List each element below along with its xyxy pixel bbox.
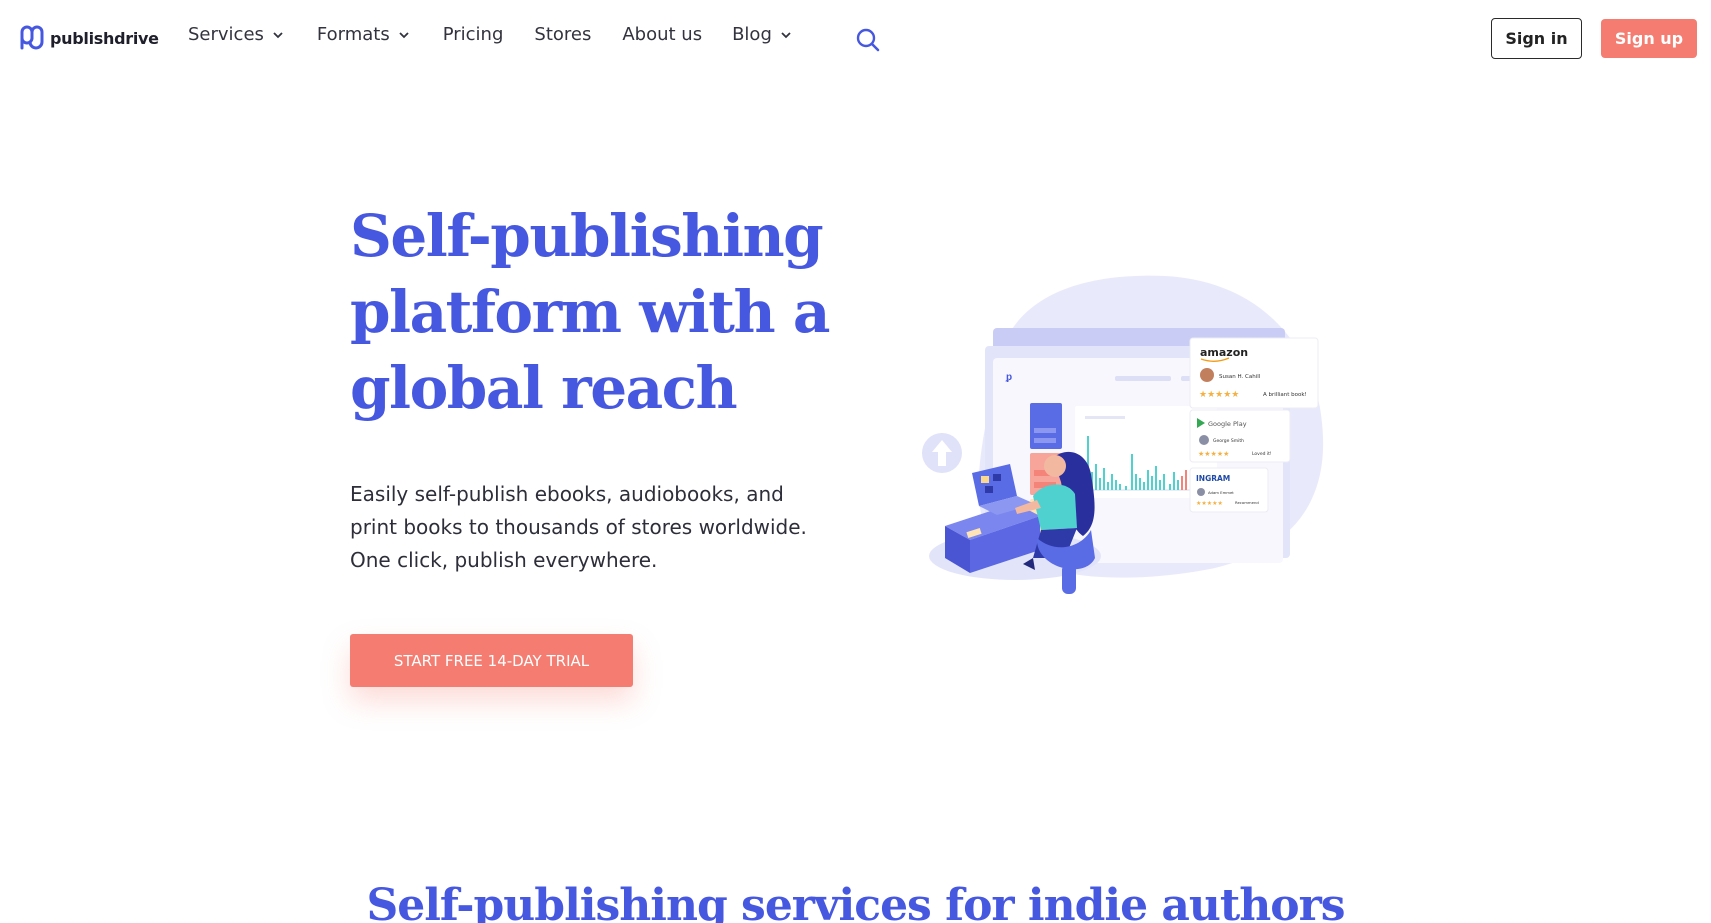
svg-text:★★★★★: ★★★★★ (1198, 450, 1229, 458)
site-header: publishdrive Services Formats Pricing St… (0, 0, 1711, 76)
svg-text:Susan H. Cahill: Susan H. Cahill (1219, 374, 1261, 380)
search-icon (856, 28, 880, 52)
hero-illustration: ᵱ amazon Susan H. Cahill ★★★★★ A brillia… (922, 275, 1324, 594)
nav-item-label: Formats (316, 24, 390, 45)
svg-text:Google Play: Google Play (1208, 420, 1247, 428)
review-card-ingram: INGRAM Adam Emmet ★★★★★ Recommend (1189, 467, 1269, 513)
search-button[interactable] (855, 27, 881, 58)
hero-subtitle: Easily self-publish ebooks, audiobooks, … (350, 482, 807, 572)
nav-item-about-us[interactable]: About us (622, 24, 702, 45)
nav-item-label: Pricing (442, 24, 504, 45)
nav-item-label: About us (622, 24, 703, 45)
services-section-title: Self-publishing services for indie autho… (366, 880, 1345, 923)
chevron-down-icon (272, 31, 284, 39)
publishdrive-logo-icon (20, 25, 44, 50)
svg-text:INGRAM: INGRAM (1196, 474, 1230, 483)
svg-text:amazon: amazon (1200, 346, 1248, 359)
start-trial-button[interactable]: START FREE 14-DAY TRIAL (350, 634, 633, 687)
svg-text:★★★★★: ★★★★★ (1196, 500, 1223, 507)
nav-item-label: Services (188, 24, 264, 45)
nav-item-blog[interactable]: Blog (732, 24, 792, 45)
nav-item-services[interactable]: Services (188, 24, 284, 45)
svg-text:A brilliant book!: A brilliant book! (1263, 392, 1307, 398)
sign-up-button[interactable]: Sign up (1601, 19, 1697, 58)
nav-item-pricing[interactable]: Pricing (443, 24, 504, 45)
main-nav: Services Formats Pricing Stores About us… (188, 24, 792, 45)
nav-item-stores[interactable]: Stores (534, 24, 591, 45)
chevron-down-icon (780, 31, 792, 39)
logo-wordmark: publishdrive (50, 28, 159, 48)
svg-text:★★★★★: ★★★★★ (1199, 390, 1239, 400)
review-card-amazon: amazon Susan H. Cahill ★★★★★ A brilliant… (1189, 337, 1319, 409)
hero-title-line: platform with a (350, 278, 830, 346)
hero-title: Self-publishing platform with a global r… (350, 198, 870, 426)
svg-text:George Smith: George Smith (1213, 438, 1244, 444)
nav-item-label: Blog (732, 24, 772, 45)
hero-title-line: Self-publishing (350, 202, 824, 270)
logo[interactable]: publishdrive (18, 24, 159, 52)
window-logo-icon: ᵱ (1005, 372, 1012, 383)
chevron-down-icon (398, 31, 410, 39)
nav-item-label: Stores (534, 24, 592, 45)
review-card-google-play: Google Play George Smith ★★★★★ Loved it! (1189, 409, 1291, 463)
sign-in-button[interactable]: Sign in (1491, 18, 1582, 59)
svg-text:Recommend: Recommend (1235, 500, 1259, 505)
hero-title-line: global reach (350, 354, 738, 422)
svg-text:Loved it!: Loved it! (1252, 451, 1272, 457)
nav-item-formats[interactable]: Formats (317, 24, 410, 45)
svg-text:Adam Emmet: Adam Emmet (1208, 490, 1234, 495)
